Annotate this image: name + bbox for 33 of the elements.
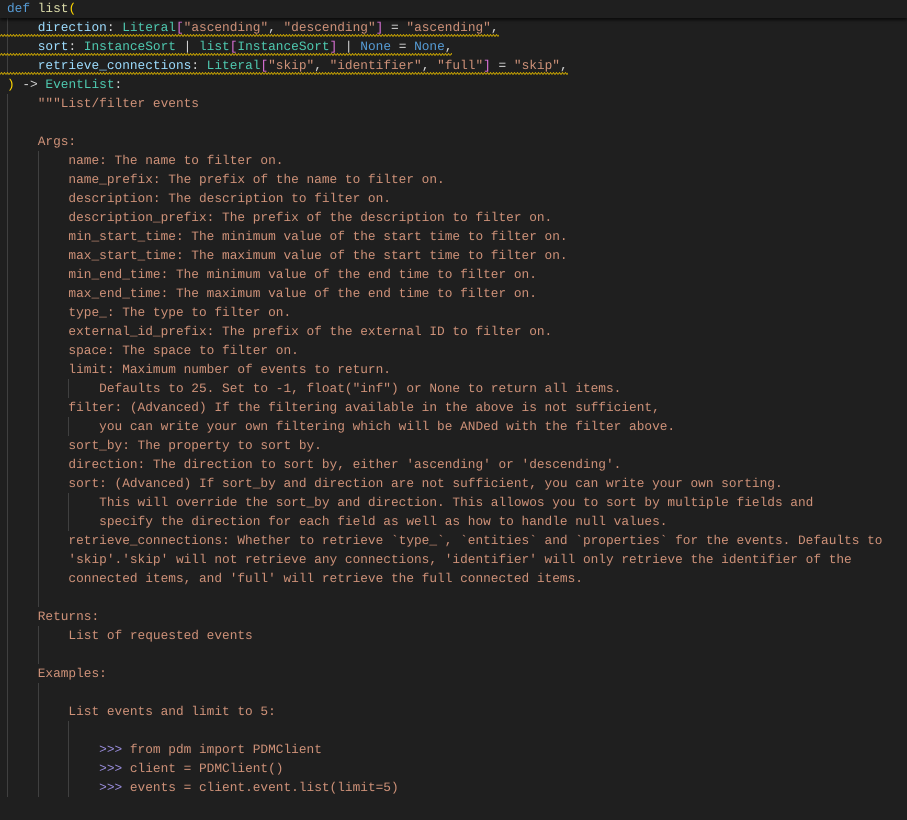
code-line: This will override the sort_by and direction. This allowos you to sort by multiple fields and xyxy=(98,494,814,512)
code-line: List of requested events xyxy=(67,627,253,645)
code-line: min_end_time: The minimum value of the end time to filter on. xyxy=(67,266,537,284)
code-line: """List/filter events xyxy=(36,95,199,113)
code-line: description_prefix: The prefix of the description to filter on. xyxy=(67,209,552,227)
code-line: filter: (Advanced) If the filtering available in the above is not sufficient, xyxy=(67,399,660,417)
code-line: direction: The direction to sort by, either 'ascending' or 'descending'. xyxy=(67,456,622,474)
code-line: sort_by: The property to sort by. xyxy=(67,437,322,455)
code-line: sort: (Advanced) If sort_by and direction are not sufficient, you can write your own sorting. xyxy=(67,475,783,493)
code-line: retrieve_connections: Whether to retrieve `type_`, `entities` and `properties` for the events. Defaults to xyxy=(67,532,882,550)
code-line: specify the direction for each field as well as how to handle null values. xyxy=(98,513,668,531)
code-line: type_: The type to filter on. xyxy=(67,304,292,322)
code-line: Examples: xyxy=(36,665,107,683)
code-line: connected items, and 'full' will retrieve the full connected items. xyxy=(67,570,583,588)
code-line: max_start_time: The maximum value of the start time to filter on. xyxy=(67,247,568,265)
code-line: space: The space to filter on. xyxy=(67,342,299,360)
code-line: 'skip'.'skip' will not retrieve any connections, 'identifier' will only retrieve the identifier of the xyxy=(67,551,852,569)
code-line: >>> from pdm import PDMClient xyxy=(98,741,322,759)
code-line: min_start_time: The minimum value of the start time to filter on. xyxy=(67,228,568,246)
code-line: Args: xyxy=(36,133,76,151)
code-line: >>> client = PDMClient() xyxy=(98,760,284,778)
code-line: limit: Maximum number of events to return. xyxy=(67,361,391,379)
code-line: >>> events = client.event.list(limit=5) xyxy=(98,779,399,797)
code-line: you can write your own filtering which will be ANDed with the filter above. xyxy=(98,418,676,436)
code-line: Defaults to 25. Set to -1, float("inf") or None to return all items. xyxy=(98,380,622,398)
code-line: description: The description to filter on. xyxy=(67,190,391,208)
code-line: List events and limit to 5: xyxy=(67,703,276,721)
code-line: ) -> EventList: xyxy=(6,76,122,94)
code-line: max_end_time: The maximum value of the end time to filter on. xyxy=(67,285,537,303)
code-line: external_id_prefix: The prefix of the external ID to filter on. xyxy=(67,323,552,341)
code-line: name: The name to filter on. xyxy=(67,152,284,170)
code-line: Returns: xyxy=(36,608,100,626)
code-line: name_prefix: The prefix of the name to filter on. xyxy=(67,171,445,189)
